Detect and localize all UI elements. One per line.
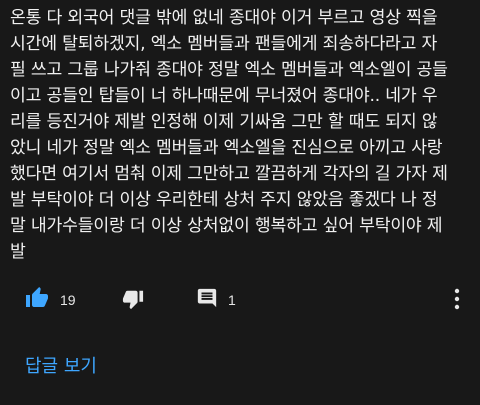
dislike-button[interactable] <box>121 288 145 314</box>
reply-count: 1 <box>228 292 236 308</box>
more-options-button[interactable] <box>452 287 462 315</box>
more-vertical-icon <box>452 287 462 315</box>
comment-action-bar: 19 1 <box>0 284 480 316</box>
reply-button[interactable]: 1 <box>196 287 236 313</box>
view-replies-link[interactable]: 답글 보기 <box>25 352 97 378</box>
like-button[interactable]: 19 <box>24 286 76 314</box>
comment-icon <box>196 287 218 313</box>
thumbs-up-icon <box>24 286 50 314</box>
thumbs-down-icon <box>121 288 145 314</box>
like-count: 19 <box>60 292 76 308</box>
comment-text: 온통 다 외국어 댓글 밖에 없네 종대야 이거 부르고 영상 찍을 시간에 탈… <box>10 8 448 262</box>
